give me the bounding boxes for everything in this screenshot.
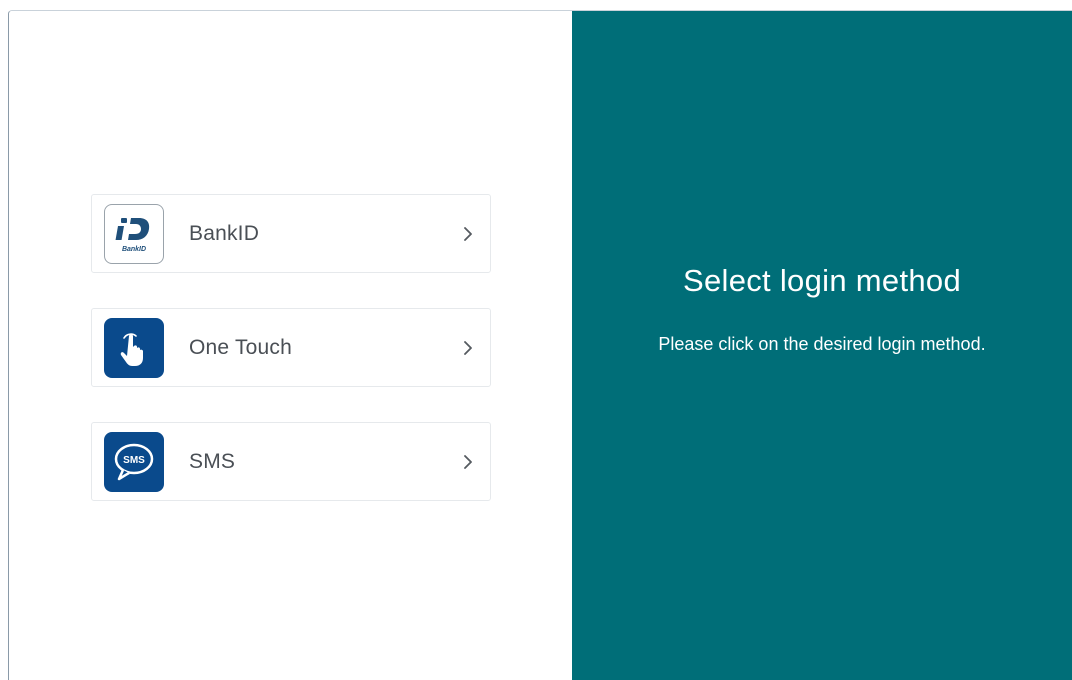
login-method-sms[interactable]: SMS SMS bbox=[91, 422, 491, 501]
login-method-bankid-label: BankID bbox=[189, 221, 260, 245]
sms-icon-text: SMS bbox=[123, 455, 145, 466]
login-method-bankid[interactable]: BankID BankID bbox=[91, 194, 491, 273]
login-methods-panel: BankID BankID One Touch SMS SMS bbox=[9, 11, 572, 680]
chevron-right-icon bbox=[462, 340, 474, 356]
login-method-one-touch-label: One Touch bbox=[189, 335, 292, 359]
instruction-text: Please click on the desired login method… bbox=[658, 334, 986, 354]
page-title: Select login method bbox=[683, 263, 961, 298]
login-method-sms-label: SMS bbox=[189, 449, 236, 473]
chevron-right-icon bbox=[462, 454, 474, 470]
info-panel: Select login method Please click on the … bbox=[572, 11, 1072, 680]
login-method-list: BankID BankID One Touch SMS SMS bbox=[91, 194, 491, 536]
sms-bubble-icon: SMS bbox=[104, 431, 164, 492]
bankid-icon: BankID bbox=[104, 203, 164, 264]
bankid-icon-text: BankID bbox=[122, 246, 146, 253]
login-method-one-touch[interactable]: One Touch bbox=[91, 308, 491, 387]
login-window: BankID BankID One Touch SMS SMS Select l… bbox=[8, 10, 1072, 680]
chevron-right-icon bbox=[462, 226, 474, 242]
touch-hand-icon bbox=[104, 317, 164, 378]
